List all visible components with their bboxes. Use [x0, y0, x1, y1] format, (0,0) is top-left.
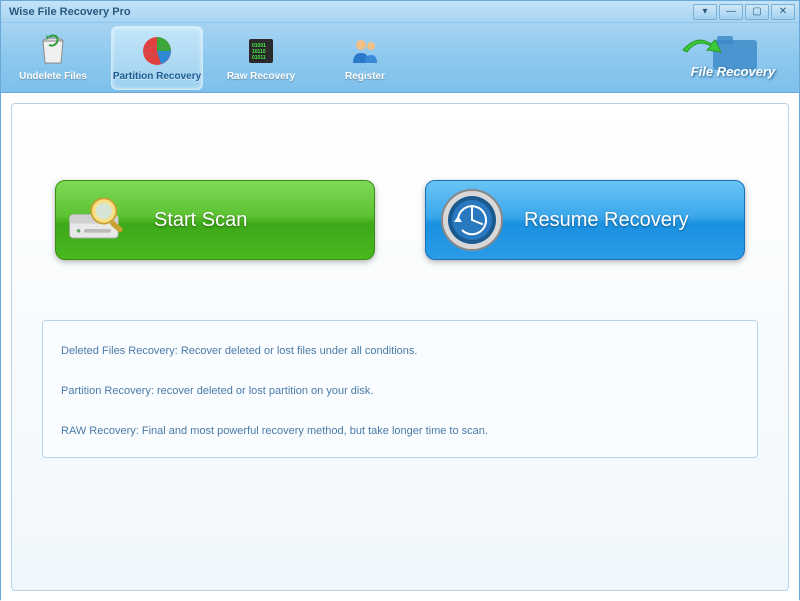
window-title: Wise File Recovery Pro: [9, 6, 131, 18]
info-line-partition: Partition Recovery: recover deleted or l…: [61, 385, 739, 397]
start-scan-label: Start Scan: [154, 209, 354, 232]
maximize-button[interactable]: ▢: [745, 4, 769, 20]
brand-logo: File Recovery: [673, 28, 793, 88]
window-controls: ▾ — ▢ ✕: [693, 4, 795, 20]
tab-partition-recovery[interactable]: Partition Recovery: [111, 26, 203, 90]
minimize-button[interactable]: —: [719, 4, 743, 20]
info-panel: Deleted Files Recovery: Recover deleted …: [42, 320, 758, 458]
tab-label: Raw Recovery: [227, 71, 295, 82]
content-area: Start Scan Resume Recove: [1, 93, 799, 601]
pie-chart-icon: [139, 33, 175, 69]
toolbar: Undelete Files Partition Recovery 01001 …: [1, 23, 799, 93]
info-line-raw: RAW Recovery: Final and most powerful re…: [61, 425, 739, 437]
recycle-bin-icon: [35, 33, 71, 69]
tab-label: Register: [345, 71, 385, 82]
tab-undelete-files[interactable]: Undelete Files: [7, 26, 99, 90]
users-icon: [347, 33, 383, 69]
disk-search-icon: [66, 184, 138, 256]
binary-icon: 01001 10110 01011: [243, 33, 279, 69]
content-panel: Start Scan Resume Recove: [11, 103, 789, 591]
brand-label: File Recovery: [691, 64, 776, 79]
tab-register[interactable]: Register: [319, 26, 411, 90]
action-row: Start Scan Resume Recove: [42, 180, 758, 260]
resume-recovery-label: Resume Recovery: [524, 209, 724, 232]
svg-text:01011: 01011: [252, 55, 266, 61]
start-scan-button[interactable]: Start Scan: [55, 180, 375, 260]
clock-restore-icon: [436, 184, 508, 256]
close-button[interactable]: ✕: [771, 4, 795, 20]
tab-raw-recovery[interactable]: 01001 10110 01011 Raw Recovery: [215, 26, 307, 90]
app-window: Wise File Recovery Pro ▾ — ▢ ✕ Undelete …: [0, 0, 800, 600]
info-line-deleted: Deleted Files Recovery: Recover deleted …: [61, 345, 739, 357]
dropdown-button[interactable]: ▾: [693, 4, 717, 20]
tab-label: Undelete Files: [19, 71, 87, 82]
resume-recovery-button[interactable]: Resume Recovery: [425, 180, 745, 260]
titlebar: Wise File Recovery Pro ▾ — ▢ ✕: [1, 1, 799, 23]
tab-label: Partition Recovery: [113, 71, 201, 82]
